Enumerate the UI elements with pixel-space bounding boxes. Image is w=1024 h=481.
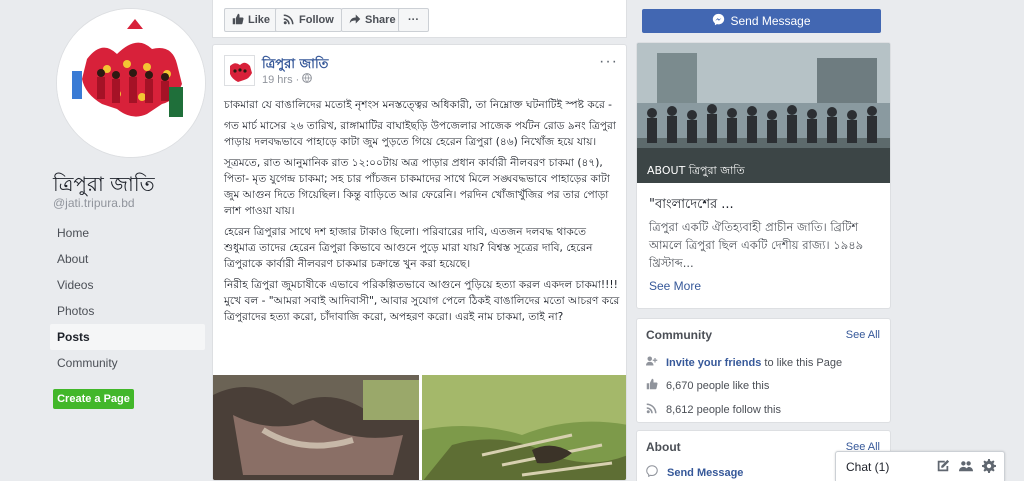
nav-about[interactable]: About [50, 246, 205, 272]
follows-count: 8,612 people follow this [666, 403, 781, 416]
page-action-bar: Like Follow Share ··· [212, 0, 627, 38]
compose-icon[interactable] [936, 459, 950, 478]
invite-friends-row[interactable]: Invite your friends to like this Page [646, 355, 842, 370]
nav-videos[interactable]: Videos [50, 272, 205, 298]
share-arrow-icon [349, 13, 361, 28]
invite-text: Invite your friends to like this Page [666, 357, 842, 369]
post-paragraph: নিরীহ ত্রিপুরা জুমচাষীকে এভাবে পরিকল্পিত… [224, 279, 620, 323]
post-card: ত্রিপুরা জাতি 19 hrs · ··· চাকমারা যে বা… [212, 44, 627, 481]
community-title: Community [646, 328, 712, 342]
about-description: ত্রিপুরা একটি ঐতিহ্যবাহী প্রাচীন জাতি। ব… [649, 220, 864, 270]
messenger-icon [712, 13, 725, 29]
like-label: Like [248, 14, 271, 26]
post-timestamp[interactable]: 19 hrs · [262, 73, 313, 86]
page-handle[interactable]: @jati.tripura.bd [53, 196, 135, 210]
group-icon[interactable] [959, 459, 973, 478]
rss-icon [283, 13, 295, 28]
post-author-avatar[interactable] [224, 55, 255, 86]
likes-count: 6,670 people like this [666, 379, 770, 392]
thumbs-up-icon [232, 13, 244, 28]
likes-row: 6,670 people like this [646, 378, 769, 393]
cover-photo[interactable]: ABOUT ত্রিপুরা জাতি [637, 43, 890, 183]
post-paragraph: হেরেন ত্রিপুরার সাথে দশ হাজার টাকাও ছিলো… [224, 226, 593, 270]
invite-rest: to like this Page [761, 356, 843, 369]
post-options-icon[interactable]: ··· [599, 53, 618, 71]
more-options-button[interactable]: ··· [398, 8, 429, 32]
create-page-button[interactable]: Create a Page [53, 389, 134, 409]
share-label: Share [365, 14, 396, 26]
send-message-button[interactable]: Send Message [642, 9, 881, 33]
chat-bar[interactable]: Chat (1) [835, 451, 1005, 481]
about-send-message-row[interactable]: Send Message [646, 465, 743, 480]
globe-icon [302, 73, 313, 86]
post-body: চাকমারা যে বাঙালিদের মতোই নৃশংস মনস্তত্ত… [224, 97, 620, 330]
community-card: Community See All Invite your friends to… [636, 318, 891, 423]
post-photo-2[interactable] [422, 375, 626, 480]
post-time-text: 19 hrs · [262, 73, 300, 86]
post-paragraph: সূত্রমতে, রাত আনুমানিক রাত ১২:০০টায় অত্… [224, 157, 610, 217]
thumbs-up-icon [646, 378, 658, 393]
follows-row: 8,612 people follow this [646, 402, 781, 417]
invite-people-icon [646, 355, 658, 370]
nav-home[interactable]: Home [50, 220, 205, 246]
community-see-all-link[interactable]: See All [846, 329, 880, 341]
post-paragraph: চাকমারা যে বাঙালিদের মতোই নৃশংস মনস্তত্ত… [224, 99, 613, 111]
about-quote: "বাংলাদেশের ... [649, 197, 734, 212]
page-nav: Home About Videos Photos Posts Community [50, 220, 205, 376]
post-paragraph: গত মার্চ মাসের ২৬ তারিখ, রাঙ্গামাটির বাঘ… [224, 120, 616, 148]
nav-posts[interactable]: Posts [50, 324, 205, 350]
left-column: ত্রিপুরা জাতি @jati.tripura.bd Home Abou… [45, 0, 210, 481]
follow-button[interactable]: Follow [275, 8, 342, 32]
about-send-message-label: Send Message [667, 466, 744, 479]
about-title: About [646, 440, 681, 454]
post-photo-1[interactable] [213, 375, 419, 480]
rss-icon [646, 402, 658, 417]
like-button[interactable]: Like [224, 8, 279, 32]
gear-icon[interactable] [982, 459, 996, 478]
send-message-label: Send Message [730, 14, 811, 28]
follow-label: Follow [299, 14, 334, 26]
chat-label[interactable]: Chat (1) [846, 460, 889, 474]
cover-photo-caption: ABOUT ত্রিপুরা জাতি [647, 164, 745, 177]
see-more-link[interactable]: See More [649, 279, 701, 293]
messenger-icon [646, 465, 658, 480]
chat-icons [936, 459, 996, 478]
invite-friends-link[interactable]: Invite your friends [666, 357, 761, 369]
profile-picture[interactable] [56, 8, 206, 158]
post-photos [213, 375, 626, 480]
nav-community[interactable]: Community [50, 350, 205, 376]
share-button[interactable]: Share [341, 8, 404, 32]
nav-photos[interactable]: Photos [50, 298, 205, 324]
about-preview-card: ABOUT ত্রিপুরা জাতি "বাংলাদেশের ... ত্রি… [636, 42, 891, 309]
